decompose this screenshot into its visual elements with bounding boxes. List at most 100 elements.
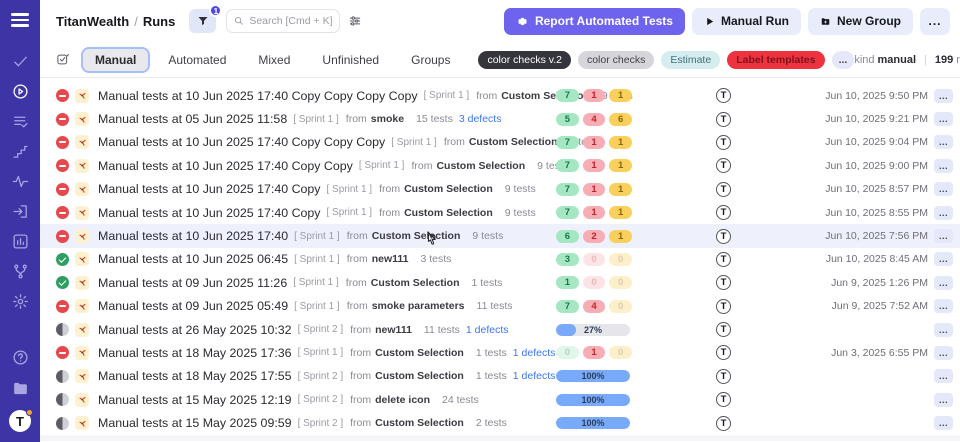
row-more-button[interactable]: ... xyxy=(934,135,953,149)
row-more-button[interactable]: ... xyxy=(934,182,953,196)
table-row[interactable]: Manual tests at 10 Jun 2025 17:40 Copy C… xyxy=(40,131,960,154)
runs-icon[interactable] xyxy=(11,82,30,101)
row-more-button[interactable]: ... xyxy=(934,299,953,313)
run-defects-link[interactable]: 1 defects xyxy=(513,370,556,382)
run-source[interactable]: smoke xyxy=(371,113,404,125)
row-more-button[interactable]: ... xyxy=(934,206,953,220)
profile-avatar[interactable]: T xyxy=(9,410,31,432)
tag-label-templates[interactable]: Label templates xyxy=(727,51,824,69)
row-more-button[interactable]: ... xyxy=(934,89,953,103)
table-row[interactable]: Manual tests at 10 Jun 2025 17:40 [ Spri… xyxy=(40,224,960,247)
manual-run-button[interactable]: Manual Run xyxy=(692,8,801,35)
tab-unfinished[interactable]: Unfinished xyxy=(308,47,393,73)
analytics-icon[interactable] xyxy=(11,232,30,251)
row-more-button[interactable]: ... xyxy=(934,346,953,360)
table-row[interactable]: Manual tests at 18 May 2025 17:36 [ Spri… xyxy=(40,341,960,364)
run-title[interactable]: Manual tests at 10 Jun 2025 17:40 xyxy=(98,229,288,243)
run-defects-link[interactable]: 1 defects xyxy=(466,324,509,336)
tab-manual[interactable]: Manual xyxy=(81,47,150,73)
run-defects-link[interactable]: 3 defects xyxy=(459,113,502,125)
run-title[interactable]: Manual tests at 10 Jun 2025 17:40 Copy C… xyxy=(98,89,418,103)
hamburger-menu-icon[interactable] xyxy=(11,10,29,30)
run-title[interactable]: Manual tests at 18 May 2025 17:55 xyxy=(98,369,292,383)
tab-automated[interactable]: Automated xyxy=(154,47,240,73)
row-more-button[interactable]: ... xyxy=(934,323,953,337)
run-source[interactable]: new111 xyxy=(372,253,409,265)
table-row[interactable]: Manual tests at 10 Jun 2025 17:40 Copy [… xyxy=(40,201,960,224)
row-more-button[interactable]: ... xyxy=(934,159,953,173)
row-more-button[interactable]: ... xyxy=(934,369,953,383)
table-row[interactable]: Manual tests at 09 Jun 2025 05:49 [ Spri… xyxy=(40,295,960,318)
tag-estimate[interactable]: Estimate xyxy=(661,51,720,69)
table-row[interactable]: Manual tests at 10 Jun 2025 17:40 Copy C… xyxy=(40,84,960,107)
projects-folder-icon[interactable] xyxy=(11,379,30,398)
run-title[interactable]: Manual tests at 15 May 2025 09:59 xyxy=(98,416,292,430)
run-source[interactable]: Custom Selection xyxy=(469,136,558,148)
run-source[interactable]: Custom Selection xyxy=(375,347,464,359)
exports-icon[interactable] xyxy=(11,202,30,221)
run-title[interactable]: Manual tests at 10 Jun 2025 17:40 Copy xyxy=(98,182,321,196)
search-box[interactable] xyxy=(226,9,340,33)
table-row[interactable]: Manual tests at 15 May 2025 12:19 [ Spri… xyxy=(40,388,960,411)
filter-button[interactable]: 1 xyxy=(189,9,216,33)
table-row[interactable]: Manual tests at 10 Jun 2025 06:45 [ Spri… xyxy=(40,248,960,271)
select-runs-icon[interactable] xyxy=(56,52,71,68)
settings-gear-icon[interactable] xyxy=(11,292,30,311)
run-source[interactable]: Custom Selection xyxy=(404,207,493,219)
run-defects-link[interactable]: 1 defects xyxy=(513,347,556,359)
test-cases-icon[interactable] xyxy=(11,52,30,71)
run-title[interactable]: Manual tests at 15 May 2025 12:19 xyxy=(98,393,292,407)
run-title[interactable]: Manual tests at 09 Jun 2025 05:49 xyxy=(98,299,288,313)
report-automated-tests-button[interactable]: Report Automated Tests xyxy=(504,8,685,35)
runs-table: Manual tests at 10 Jun 2025 17:40 Copy C… xyxy=(40,78,960,435)
row-more-button[interactable]: ... xyxy=(934,229,953,243)
row-more-button[interactable]: ... xyxy=(934,416,953,430)
test-plans-icon[interactable] xyxy=(11,112,30,131)
row-more-button[interactable]: ... xyxy=(934,112,953,126)
run-title[interactable]: Manual tests at 18 May 2025 17:36 xyxy=(98,346,292,360)
new-group-button[interactable]: New Group xyxy=(808,8,913,35)
milestones-icon[interactable] xyxy=(11,142,30,161)
table-row[interactable]: Manual tests at 10 Jun 2025 17:40 Copy C… xyxy=(40,154,960,177)
tag--[interactable]: ... xyxy=(832,51,855,69)
run-source[interactable]: Custom Selection xyxy=(404,183,493,195)
run-source[interactable]: delete icon xyxy=(375,394,430,406)
run-title[interactable]: Manual tests at 09 Jun 2025 11:26 xyxy=(98,276,287,290)
table-row[interactable]: Manual tests at 18 May 2025 17:55 [ Spri… xyxy=(40,365,960,388)
run-source[interactable]: Custom Selection xyxy=(375,370,464,382)
help-icon[interactable] xyxy=(11,348,30,367)
integrations-icon[interactable] xyxy=(11,262,30,281)
run-title[interactable]: Manual tests at 05 Jun 2025 11:58 xyxy=(98,112,287,126)
table-row[interactable]: Manual tests at 26 May 2025 10:32 [ Spri… xyxy=(40,318,960,341)
row-more-button[interactable]: ... xyxy=(934,252,953,266)
filter-count-badge: 1 xyxy=(209,4,222,17)
view-settings-button[interactable] xyxy=(348,14,362,28)
run-source[interactable]: Custom Selection xyxy=(375,417,464,429)
run-title[interactable]: Manual tests at 10 Jun 2025 06:45 xyxy=(98,252,288,266)
run-source[interactable]: Custom Selection xyxy=(436,160,525,172)
header-more-button[interactable]: ... xyxy=(920,8,950,35)
run-source[interactable]: new111 xyxy=(375,324,412,336)
tag-color-checks-v-2[interactable]: color checks v.2 xyxy=(478,51,571,69)
tag-color-checks[interactable]: color checks xyxy=(578,51,654,69)
run-title[interactable]: Manual tests at 10 Jun 2025 17:40 Copy C… xyxy=(98,159,353,173)
run-source[interactable]: Custom Selection xyxy=(371,277,460,289)
run-author-avatar: T xyxy=(716,322,731,337)
table-row[interactable]: Manual tests at 10 Jun 2025 17:40 Copy [… xyxy=(40,178,960,201)
row-more-button[interactable]: ... xyxy=(934,276,953,290)
run-title[interactable]: Manual tests at 26 May 2025 10:32 xyxy=(98,323,292,337)
tab-groups[interactable]: Groups xyxy=(397,47,464,73)
run-title[interactable]: Manual tests at 10 Jun 2025 17:40 Copy xyxy=(98,206,321,220)
breadcrumb-project[interactable]: TitanWealth xyxy=(56,14,129,29)
run-author-avatar: T xyxy=(716,416,731,431)
search-input[interactable] xyxy=(249,15,332,27)
table-row[interactable]: Manual tests at 15 May 2025 09:59 [ Spri… xyxy=(40,411,960,434)
run-title[interactable]: Manual tests at 10 Jun 2025 17:40 Copy C… xyxy=(98,135,385,149)
table-row[interactable]: Manual tests at 05 Jun 2025 11:58 [ Spri… xyxy=(40,107,960,130)
run-source[interactable]: Custom Selection xyxy=(372,230,461,242)
table-row[interactable]: Manual tests at 09 Jun 2025 11:26 [ Spri… xyxy=(40,271,960,294)
row-more-button[interactable]: ... xyxy=(934,393,953,407)
run-source[interactable]: smoke parameters xyxy=(372,300,465,312)
activity-icon[interactable] xyxy=(11,172,30,191)
tab-mixed[interactable]: Mixed xyxy=(244,47,304,73)
